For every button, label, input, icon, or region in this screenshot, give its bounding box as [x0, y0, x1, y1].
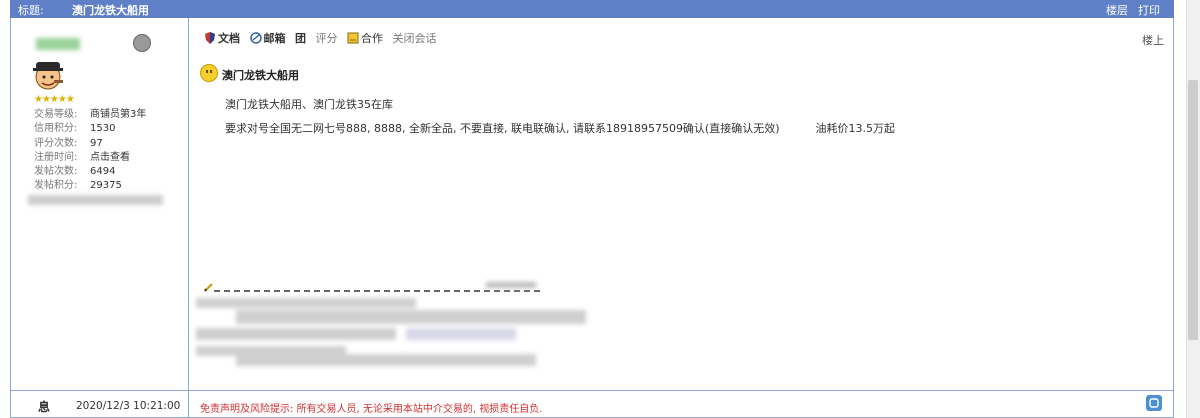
- stat-row: 注册时间: 点击查看: [34, 151, 146, 165]
- stat-value: 29375: [90, 180, 122, 192]
- thread-title: 澳门龙铁大船用: [72, 4, 149, 17]
- upstairs-link[interactable]: 楼上: [1142, 32, 1164, 48]
- user-stats: 交易等级: 商铺员第3年 信用积分: 1530 评分次数: 97 注册时间: 点击查看 …: [34, 108, 146, 194]
- group-button[interactable]: 团: [295, 30, 306, 46]
- print-link[interactable]: 打印: [1138, 2, 1160, 18]
- rate-button[interactable]: 评分: [316, 30, 338, 46]
- signature-redacted: [196, 298, 596, 368]
- post-line-1: 澳门龙铁大船用、澳门龙铁35在库: [225, 98, 393, 111]
- footer-divider: [10, 390, 1174, 391]
- quote-icon: [1149, 398, 1159, 408]
- mailbox-button[interactable]: 邮箱: [249, 30, 286, 46]
- header-breadcrumb[interactable]: 标题:: [18, 2, 44, 18]
- mail-icon: [249, 32, 262, 44]
- footer-split: [188, 390, 189, 418]
- cooperate-button[interactable]: 合作: [347, 30, 383, 46]
- stat-label: 评分次数:: [34, 137, 78, 149]
- floor-link[interactable]: 楼层: [1106, 2, 1128, 18]
- rank-stars: ★★★★★: [34, 94, 75, 105]
- smiley-icon: [200, 64, 218, 82]
- footer-badge: 息: [38, 400, 51, 414]
- stat-label: 注册时间:: [34, 151, 78, 163]
- shield-icon: [205, 32, 215, 44]
- stat-value: 1530: [90, 123, 116, 135]
- post-line-2-text: 要求对号全国无二网七号888, 8888, 全新全品, 不要直接, 联电联确认,…: [225, 122, 780, 135]
- profile-redacted-line: [28, 195, 163, 205]
- post-toolbar: 文档 邮箱 团 评分 合作 关闭会话: [204, 30, 443, 46]
- post-line-2: 要求对号全国无二网七号888, 8888, 全新全品, 不要直接, 联电联确认,…: [225, 120, 895, 136]
- username-redacted[interactable]: [36, 38, 80, 50]
- cooperate-label: 合作: [361, 32, 383, 45]
- note-icon: [347, 32, 359, 44]
- close-session-button[interactable]: 关闭会话: [393, 30, 437, 46]
- mailbox-label: 邮箱: [263, 32, 286, 45]
- stat-label: 信用积分:: [34, 123, 78, 135]
- doc-button[interactable]: 文档: [204, 30, 240, 46]
- stat-value[interactable]: 点击查看: [90, 152, 130, 163]
- signature-redacted-tag: [486, 282, 536, 288]
- stat-value: 6494: [90, 166, 116, 178]
- post-title: 澳门龙铁大船用: [222, 69, 299, 82]
- stat-row: 信用积分: 1530: [34, 122, 146, 136]
- doc-label: 文档: [218, 32, 240, 45]
- thread-header-bar: 标题: 澳门龙铁大船用 楼层 打印: [10, 0, 1174, 18]
- stat-value: 97: [90, 137, 103, 149]
- stat-value: 商铺员第3年: [90, 109, 147, 120]
- user-avatar[interactable]: [30, 58, 66, 92]
- pencil-icon: [204, 283, 213, 292]
- column-divider: [188, 18, 189, 390]
- stat-row: 发帖次数: 6494: [34, 165, 146, 179]
- online-status-icon: [133, 34, 151, 52]
- scrollbar-thumb[interactable]: [1188, 80, 1198, 340]
- risk-disclaimer: 免责声明及风险提示: 所有交易人员, 无论采用本站中介交易的, 视损责任自负.: [200, 404, 543, 415]
- post-price: 油耗价13.5万起: [815, 122, 896, 135]
- quote-button[interactable]: [1146, 395, 1162, 411]
- stat-label: 发帖次数:: [34, 166, 78, 178]
- stat-row: 评分次数: 97: [34, 137, 146, 151]
- stat-label: 发帖积分:: [34, 180, 78, 192]
- signature-divider: [214, 290, 540, 292]
- post-timestamp: 2020/12/3 10:21:00: [76, 400, 181, 412]
- stat-label: 交易等级:: [34, 109, 78, 120]
- stat-row: 交易等级: 商铺员第3年: [34, 108, 146, 122]
- stat-row: 发帖积分: 29375: [34, 179, 146, 193]
